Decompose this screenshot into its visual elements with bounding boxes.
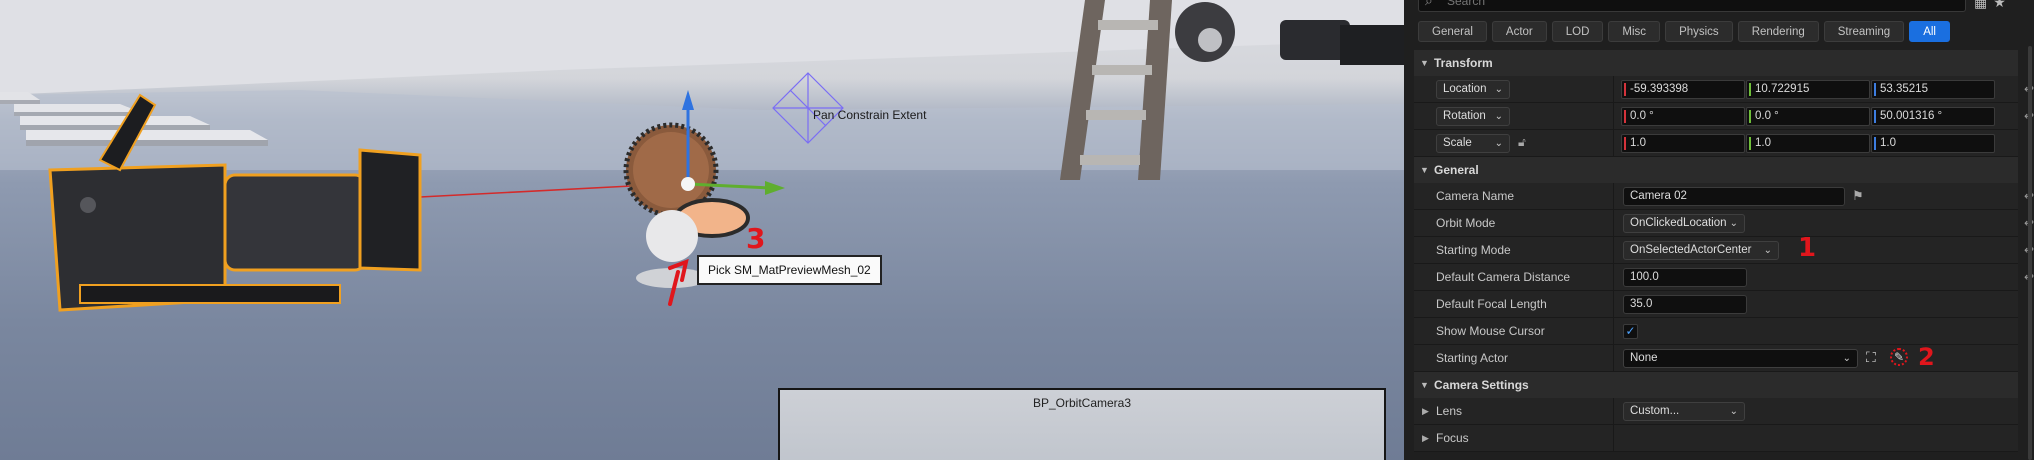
camera-name-field[interactable]: Camera 02 <box>1623 187 1845 206</box>
scrollbar[interactable] <box>2028 46 2032 460</box>
section-general[interactable]: ▼ General <box>1414 157 2018 183</box>
expand-arrow-icon[interactable]: ▶ <box>1422 425 1429 452</box>
preview-title: BP_OrbitCamera3 <box>1032 396 1132 410</box>
starting-mode-dropdown[interactable]: OnSelectedActorCenter ⌄ <box>1623 241 1779 260</box>
rotation-y-field[interactable]: 0.0 ° <box>1746 107 1870 126</box>
chevron-down-icon: ⌄ <box>1729 218 1738 229</box>
search-icon: ⌕ <box>1425 0 1433 8</box>
search-bar[interactable]: ⌕ <box>1418 0 1966 12</box>
show-mouse-cursor-checkbox[interactable]: ✓ <box>1623 324 1638 339</box>
row-focus: ▶ Focus <box>1414 425 2018 452</box>
pan-constrain-extent-label: Pan Constrain Extent <box>813 108 927 122</box>
chevron-down-icon: ⌄ <box>1494 84 1503 95</box>
star-icon[interactable]: ★ <box>1993 0 2012 10</box>
tab-streaming[interactable]: Streaming <box>1823 21 1905 42</box>
row-starting-mode: Starting Mode OnSelectedActorCenter⌄ 1 ↩ <box>1414 233 2034 264</box>
rotation-dropdown[interactable]: Rotation ⌄ <box>1436 107 1510 126</box>
level-viewport[interactable]: Pan Constrain Extent Pick SM_MatPreviewM… <box>0 0 1404 460</box>
camera-preview: BP_OrbitCamera3 <box>778 388 1386 460</box>
grid-view-icon[interactable]: ▦ <box>1974 0 1993 10</box>
lens-dropdown[interactable]: Custom... ⌄ <box>1623 402 1745 421</box>
chevron-down-icon: ⌄ <box>1729 406 1738 417</box>
rotation-z-field[interactable]: 50.001316 ° <box>1871 107 1995 126</box>
chevron-down-icon: ⌄ <box>1842 353 1851 364</box>
chevron-down-icon: ⌄ <box>1763 245 1772 256</box>
chevron-down-icon: ⌄ <box>1494 111 1503 122</box>
row-location: Location ⌄ -59.393398 10.722915 53.35215 … <box>1414 76 2034 103</box>
default-camera-distance-field[interactable]: 100.0 <box>1623 268 1747 287</box>
row-camera-name: Camera Name Camera 02 ⚑ ↩ <box>1414 183 2034 210</box>
lock-icon[interactable]: 🔓︎ <box>1518 135 1526 150</box>
tab-actor[interactable]: Actor <box>1491 21 1547 42</box>
rotation-x-field[interactable]: 0.0 ° <box>1621 107 1745 126</box>
row-lens: ▶ Lens Custom... ⌄ <box>1414 398 2018 425</box>
starting-actor-dropdown[interactable]: None ⌄ <box>1623 349 1858 368</box>
tab-physics[interactable]: Physics <box>1665 21 1733 42</box>
row-rotation: Rotation⌄ 0.0 ° 0.0 ° 50.001316 ° ↩ <box>1414 103 2034 130</box>
section-camera-settings[interactable]: ▼ Camera Settings <box>1414 372 2018 398</box>
scale-y-field[interactable]: 1.0 <box>1746 134 1870 153</box>
row-show-mouse-cursor: Show Mouse Cursor ✓ <box>1414 318 2018 345</box>
scale-z-field[interactable]: 1.0 <box>1871 134 1995 153</box>
row-orbit-mode: Orbit Mode OnClickedLocation⌄ ↩ <box>1414 210 2034 237</box>
pick-actor-eyedropper-icon[interactable]: ✎ <box>1890 348 1908 366</box>
tab-general[interactable]: General <box>1418 21 1487 42</box>
location-z-field[interactable]: 53.35215 <box>1871 80 1995 99</box>
section-transform[interactable]: ▼ Transform <box>1414 50 2018 76</box>
row-default-camera-distance: Default Camera Distance 100.0 ↩ <box>1414 264 2034 291</box>
default-focal-length-field[interactable]: 35.0 <box>1623 295 1747 314</box>
flag-icon[interactable]: ⚑ <box>1852 188 1864 204</box>
collapse-arrow-icon: ▼ <box>1420 380 1429 390</box>
checkmark-icon: ✓ <box>1625 324 1636 338</box>
annotation-3: 3 <box>746 222 766 255</box>
details-panel: ⌕ ▦★ General Actor LOD Misc Physics Rend… <box>1404 0 2034 460</box>
filter-tabs: General Actor LOD Misc Physics Rendering… <box>1418 21 1950 42</box>
tab-rendering[interactable]: Rendering <box>1737 21 1819 42</box>
chevron-down-icon: ⌄ <box>1494 138 1503 149</box>
annotation-2: 2 <box>1918 343 1935 371</box>
tab-lod[interactable]: LOD <box>1551 21 1604 42</box>
location-dropdown[interactable]: Location ⌄ <box>1436 80 1510 99</box>
orbit-mode-dropdown[interactable]: OnClickedLocation ⌄ <box>1623 214 1745 233</box>
scale-dropdown[interactable]: Scale ⌄ <box>1436 134 1510 153</box>
browse-actor-icon[interactable]: ⛶ <box>1866 349 1876 366</box>
expand-arrow-icon[interactable]: ▶ <box>1422 398 1429 425</box>
pick-tooltip: Pick SM_MatPreviewMesh_02 <box>697 255 882 285</box>
location-x-field[interactable]: -59.393398 <box>1621 80 1745 99</box>
row-scale: Scale ⌄ 🔓︎ 1.0 1.0 1.0 <box>1414 130 2018 157</box>
tab-misc[interactable]: Misc <box>1608 21 1661 42</box>
search-input[interactable] <box>1445 0 1945 11</box>
collapse-arrow-icon: ▼ <box>1420 58 1429 68</box>
scale-x-field[interactable]: 1.0 <box>1621 134 1745 153</box>
annotation-arrow <box>668 258 689 306</box>
row-starting-actor: Starting Actor None ⌄ ⛶ ✎ 2 <box>1414 343 2018 372</box>
annotation-1: 1 <box>1798 233 1817 263</box>
collapse-arrow-icon: ▼ <box>1420 165 1429 175</box>
row-default-focal-length: Default Focal Length 35.0 <box>1414 291 2018 318</box>
location-y-field[interactable]: 10.722915 <box>1746 80 1870 99</box>
tab-all[interactable]: All <box>1909 21 1950 42</box>
